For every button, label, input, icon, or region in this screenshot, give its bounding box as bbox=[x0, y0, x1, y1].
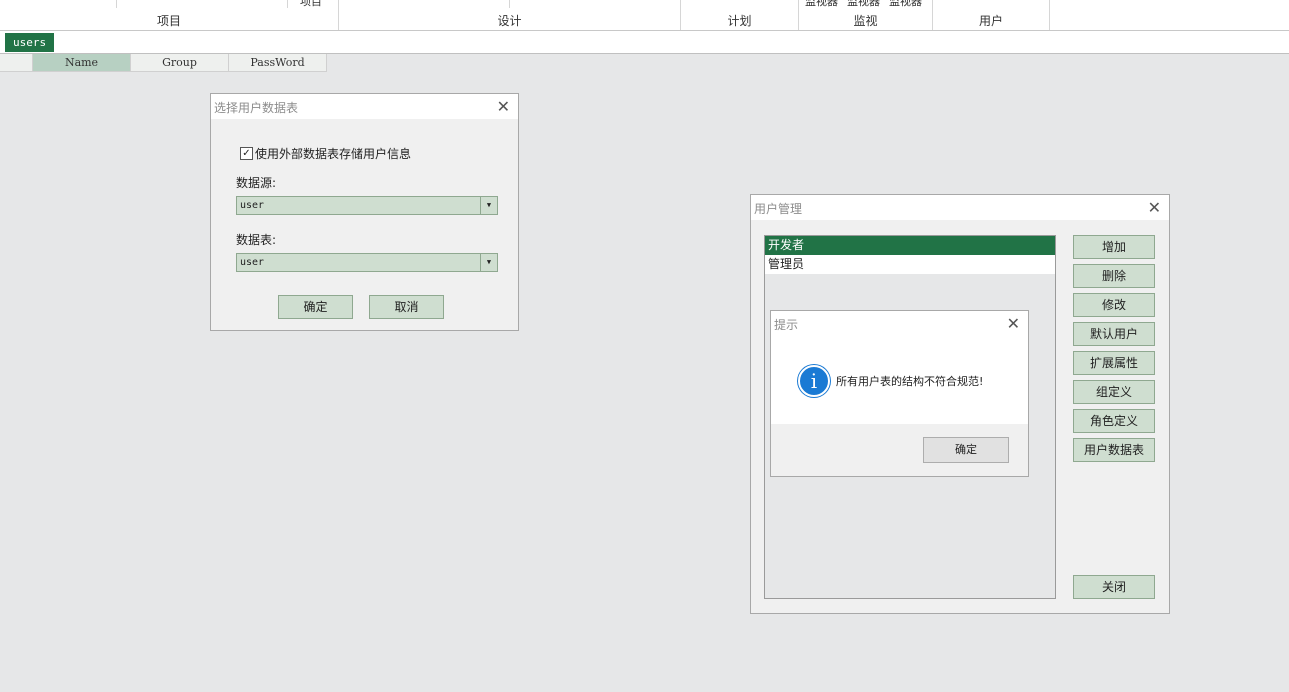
external-table-checkbox-label: 使用外部数据表存储用户信息 bbox=[255, 147, 412, 161]
role-definition-button[interactable]: 角色定义 bbox=[1073, 409, 1155, 433]
list-item[interactable]: 管理员 bbox=[765, 255, 1055, 274]
alert-message: 所有用户表的结构不符合规范! bbox=[836, 375, 984, 388]
extended-attributes-button[interactable]: 扩展属性 bbox=[1073, 351, 1155, 375]
external-table-checkbox[interactable]: ✓ bbox=[240, 147, 253, 160]
list-item[interactable]: 开发者 bbox=[765, 236, 1055, 255]
monitor-button-3[interactable]: 监视器 bbox=[889, 0, 922, 9]
ribbon-group-plan: 计划 bbox=[681, 0, 799, 30]
alert-dialog: 提示 ✕ i 所有用户表的结构不符合规范! 确定 bbox=[770, 310, 1029, 477]
chevron-down-icon[interactable]: ▼ bbox=[480, 254, 497, 271]
group-definition-button[interactable]: 组定义 bbox=[1073, 380, 1155, 404]
dialog-titlebar: 选择用户数据表 ✕ bbox=[211, 94, 518, 119]
ribbon-group-label: 设计 bbox=[497, 14, 522, 28]
data-source-select[interactable]: user ▼ bbox=[236, 196, 498, 215]
monitor-button-2[interactable]: 监视器 bbox=[847, 0, 880, 9]
ok-button[interactable]: 确定 bbox=[278, 295, 353, 319]
data-table-label: 数据表: bbox=[236, 233, 277, 247]
ribbon-group-label: 用户 bbox=[978, 14, 1003, 28]
ribbon-group-label: 项目 bbox=[156, 14, 181, 28]
select-user-table-dialog: 选择用户数据表 ✕ ✓ 使用外部数据表存储用户信息 数据源: user ▼ 数据… bbox=[210, 93, 519, 331]
alert-ok-button[interactable]: 确定 bbox=[923, 437, 1009, 463]
dialog-title: 提示 bbox=[774, 318, 799, 332]
ribbon-group-project: 项目 bbox=[0, 0, 339, 30]
data-table-value: user bbox=[240, 257, 265, 268]
data-source-value: user bbox=[240, 200, 265, 211]
document-tab-bar: users bbox=[0, 31, 1289, 54]
close-icon[interactable]: ✕ bbox=[1148, 198, 1161, 217]
dialog-title: 选择用户数据表 bbox=[214, 101, 299, 115]
close-icon[interactable]: ✕ bbox=[497, 97, 510, 116]
info-icon: i bbox=[798, 365, 830, 397]
dialog-title: 用户管理 bbox=[754, 202, 803, 216]
ribbon-group-label: 监视 bbox=[853, 14, 878, 28]
add-user-button[interactable]: 增加 bbox=[1073, 235, 1155, 259]
ribbon-group-user: 用户 bbox=[933, 0, 1050, 30]
column-header-password[interactable]: PassWord bbox=[229, 54, 327, 72]
ribbon-group-design: 设计 bbox=[339, 0, 681, 30]
user-data-table-button[interactable]: 用户数据表 bbox=[1073, 438, 1155, 462]
column-header-name[interactable]: Name bbox=[33, 54, 131, 72]
default-user-button[interactable]: 默认用户 bbox=[1073, 322, 1155, 346]
tab-users[interactable]: users bbox=[5, 33, 55, 52]
cancel-button[interactable]: 取消 bbox=[369, 295, 444, 319]
delete-user-button[interactable]: 删除 bbox=[1073, 264, 1155, 288]
edit-user-button[interactable]: 修改 bbox=[1073, 293, 1155, 317]
column-header-group[interactable]: Group bbox=[131, 54, 229, 72]
monitor-button-1[interactable]: 监视器 bbox=[805, 0, 838, 9]
ribbon-group-label: 计划 bbox=[727, 14, 752, 28]
ribbon: 项目 项目 设计 计划 监视器 监视器 监视器 监视 用户 bbox=[0, 0, 1289, 31]
data-source-label: 数据源: bbox=[236, 176, 277, 190]
close-icon[interactable]: ✕ bbox=[1007, 314, 1020, 333]
ribbon-group-monitor: 监视器 监视器 监视器 监视 bbox=[799, 0, 933, 30]
close-button[interactable]: 关闭 bbox=[1073, 575, 1155, 599]
chevron-down-icon[interactable]: ▼ bbox=[480, 197, 497, 214]
alert-body: 提示 ✕ i 所有用户表的结构不符合规范! bbox=[771, 311, 1028, 424]
row-header-corner[interactable] bbox=[0, 54, 33, 72]
data-table-select[interactable]: user ▼ bbox=[236, 253, 498, 272]
dialog-titlebar: 用户管理 ✕ bbox=[751, 195, 1169, 220]
